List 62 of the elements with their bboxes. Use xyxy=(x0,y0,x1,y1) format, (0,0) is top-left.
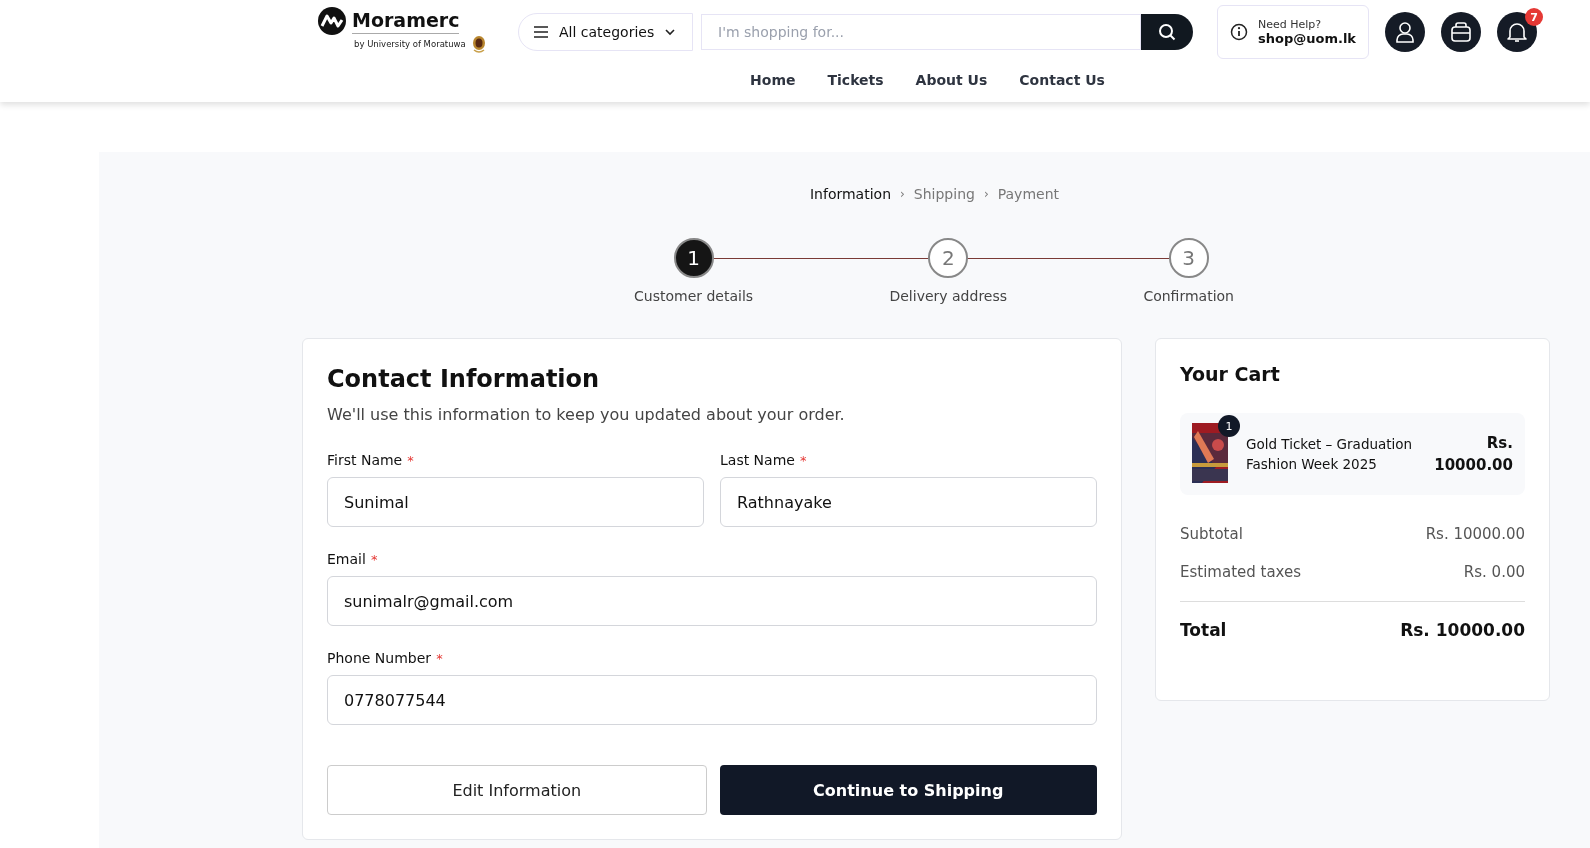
breadcrumb-separator: › xyxy=(983,187,989,201)
required-marker: * xyxy=(407,453,414,468)
field-label: First Name xyxy=(327,452,403,468)
summary-value: Rs. 0.00 xyxy=(1463,563,1525,581)
account-button[interactable] xyxy=(1385,12,1425,52)
field-label: Phone Number xyxy=(327,650,432,666)
item-name: Gold Ticket – Graduation Fashion Week 2025 xyxy=(1246,434,1413,474)
breadcrumb-link[interactable]: Shipping xyxy=(913,186,975,202)
breadcrumb-link[interactable]: Payment xyxy=(997,186,1059,202)
bell-icon xyxy=(1507,21,1527,43)
cart-button[interactable] xyxy=(1441,12,1481,52)
user-icon xyxy=(1395,21,1415,43)
field-label: Email xyxy=(327,551,366,567)
breadcrumb-separator: › xyxy=(900,187,905,201)
required-marker: * xyxy=(800,453,807,468)
summary-label: Estimated taxes xyxy=(1180,563,1302,581)
categories-dropdown[interactable]: All categories xyxy=(518,13,693,51)
step-number: 3 xyxy=(1168,238,1209,278)
info-icon xyxy=(1230,23,1248,41)
step-label: Customer details xyxy=(634,288,754,304)
breadcrumb-link[interactable]: Information xyxy=(809,186,891,202)
nav-link[interactable]: About Us xyxy=(915,72,988,88)
item-price: Rs. 10000.00 xyxy=(1433,432,1513,476)
bag-icon xyxy=(1450,21,1472,43)
search-field[interactable]: I'm shopping for... xyxy=(701,14,1141,50)
nav-link[interactable]: Tickets xyxy=(827,72,884,88)
section-subtitle: We'll use this information to keep you updated about your order. xyxy=(327,405,846,424)
notification-badge: 7 xyxy=(1525,8,1543,26)
chevron-down-icon xyxy=(664,28,677,36)
notifications-button[interactable] xyxy=(1497,12,1537,52)
required-marker: * xyxy=(436,651,443,666)
step-label: Confirmation xyxy=(1143,288,1234,304)
step-number: 2 xyxy=(928,238,969,278)
total-label: Total xyxy=(1180,620,1227,640)
continue-button[interactable]: Continue to Shipping xyxy=(719,765,1097,815)
brand-tagline: by University of Moratuwa xyxy=(354,39,466,49)
input-field[interactable]: Sunimal xyxy=(327,477,704,527)
summary-label: Subtotal xyxy=(1180,525,1243,543)
help-email: shop@uom.lk xyxy=(1258,31,1356,46)
help-label: Need Help? xyxy=(1258,18,1323,31)
logo-icon xyxy=(318,7,346,35)
search-button[interactable] xyxy=(1141,14,1193,50)
summary-value: Rs. 10000.00 xyxy=(1425,525,1525,543)
step-label: Delivery address xyxy=(889,288,1008,304)
input-field[interactable]: 0778077544 xyxy=(327,675,1097,725)
crest-icon xyxy=(471,35,486,53)
total-value: Rs. 10000.00 xyxy=(1400,620,1525,640)
input-field[interactable]: Rathnayake xyxy=(720,477,1097,527)
help-box[interactable]: Need Help? shop@uom.lk xyxy=(1217,5,1369,59)
cart-title: Your Cart xyxy=(1180,363,1281,385)
quantity-badge: 1 xyxy=(1218,415,1240,437)
required-marker: * xyxy=(370,552,378,567)
nav-link[interactable]: Contact Us xyxy=(1019,72,1105,88)
nav-link[interactable]: Home xyxy=(750,72,796,88)
edit-button[interactable]: Edit Information xyxy=(327,765,707,815)
menu-icon xyxy=(533,25,549,39)
input-field[interactable]: sunimalr@gmail.com xyxy=(327,576,1097,626)
step-number: 1 xyxy=(673,238,714,278)
section-title: Contact Information xyxy=(327,365,601,393)
field-label: Last Name xyxy=(720,452,795,468)
brand-name: Moramerc xyxy=(352,8,460,34)
search-icon xyxy=(1158,23,1176,41)
